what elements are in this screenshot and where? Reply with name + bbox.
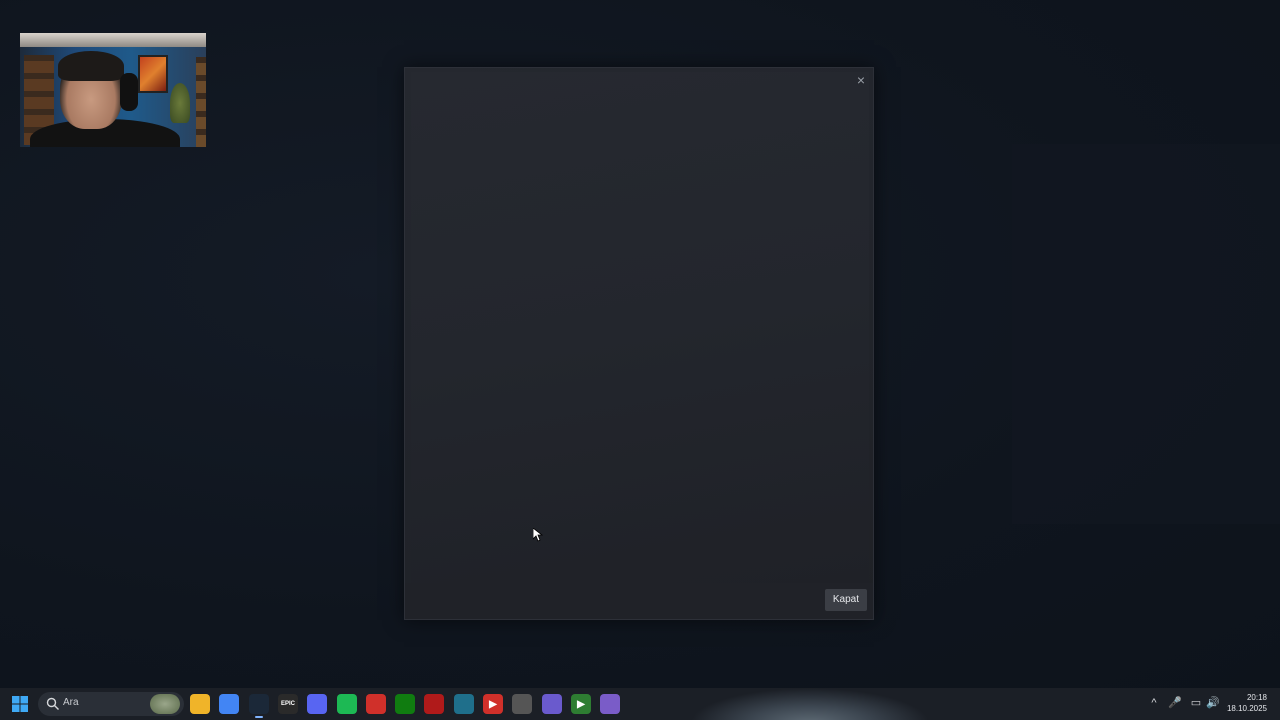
webcam-overlay	[20, 33, 206, 147]
clock-time: 20:18	[1246, 693, 1267, 702]
search-icon	[46, 697, 59, 710]
chevron-up-icon[interactable]: ^	[1147, 696, 1161, 710]
close-icon[interactable]: ×	[853, 72, 869, 88]
spotify-icon[interactable]	[337, 694, 357, 714]
app-red-icon[interactable]	[366, 694, 386, 714]
media-player-icon[interactable]: ▶	[483, 694, 503, 714]
dialog-footer: Kapat	[405, 583, 873, 619]
search-highlight-image	[150, 694, 180, 714]
mouse-cursor-icon	[533, 528, 543, 542]
search-placeholder: Ara	[63, 697, 79, 708]
epic-games-icon[interactable]: EPIC	[278, 694, 298, 714]
close-button[interactable]: Kapat	[824, 589, 867, 611]
windows-start-icon[interactable]	[12, 696, 28, 712]
taskbar: Ara EPIC ▶ ▶ ^ 🎤 ▭ 🔊 20:18 18.10.2025	[0, 688, 1280, 720]
dialog-content-area	[411, 72, 869, 583]
app-teal-icon[interactable]	[454, 694, 474, 714]
app-red-bar-icon[interactable]	[424, 694, 444, 714]
xbox-icon[interactable]	[395, 694, 415, 714]
microphone-icon[interactable]: 🎤	[1168, 696, 1182, 710]
taskbar-search[interactable]: Ara	[38, 692, 184, 716]
modal-dialog: × Kapat	[404, 67, 874, 620]
app-gear-icon[interactable]	[512, 694, 532, 714]
system-clock[interactable]: 20:18 18.10.2025	[1227, 692, 1267, 714]
clock-date: 18.10.2025	[1226, 704, 1267, 713]
app-chat-icon[interactable]	[600, 694, 620, 714]
discord-icon[interactable]	[307, 694, 327, 714]
volume-icon[interactable]: 🔊	[1206, 696, 1220, 710]
app-green-play-icon[interactable]: ▶	[571, 694, 591, 714]
steam-icon[interactable]	[249, 694, 269, 718]
network-icon[interactable]: ▭	[1189, 696, 1203, 710]
background-window-panel	[1012, 144, 1280, 524]
app-ring-icon[interactable]	[542, 694, 562, 714]
chrome-icon[interactable]	[219, 694, 239, 714]
file-explorer-icon[interactable]	[190, 694, 210, 714]
